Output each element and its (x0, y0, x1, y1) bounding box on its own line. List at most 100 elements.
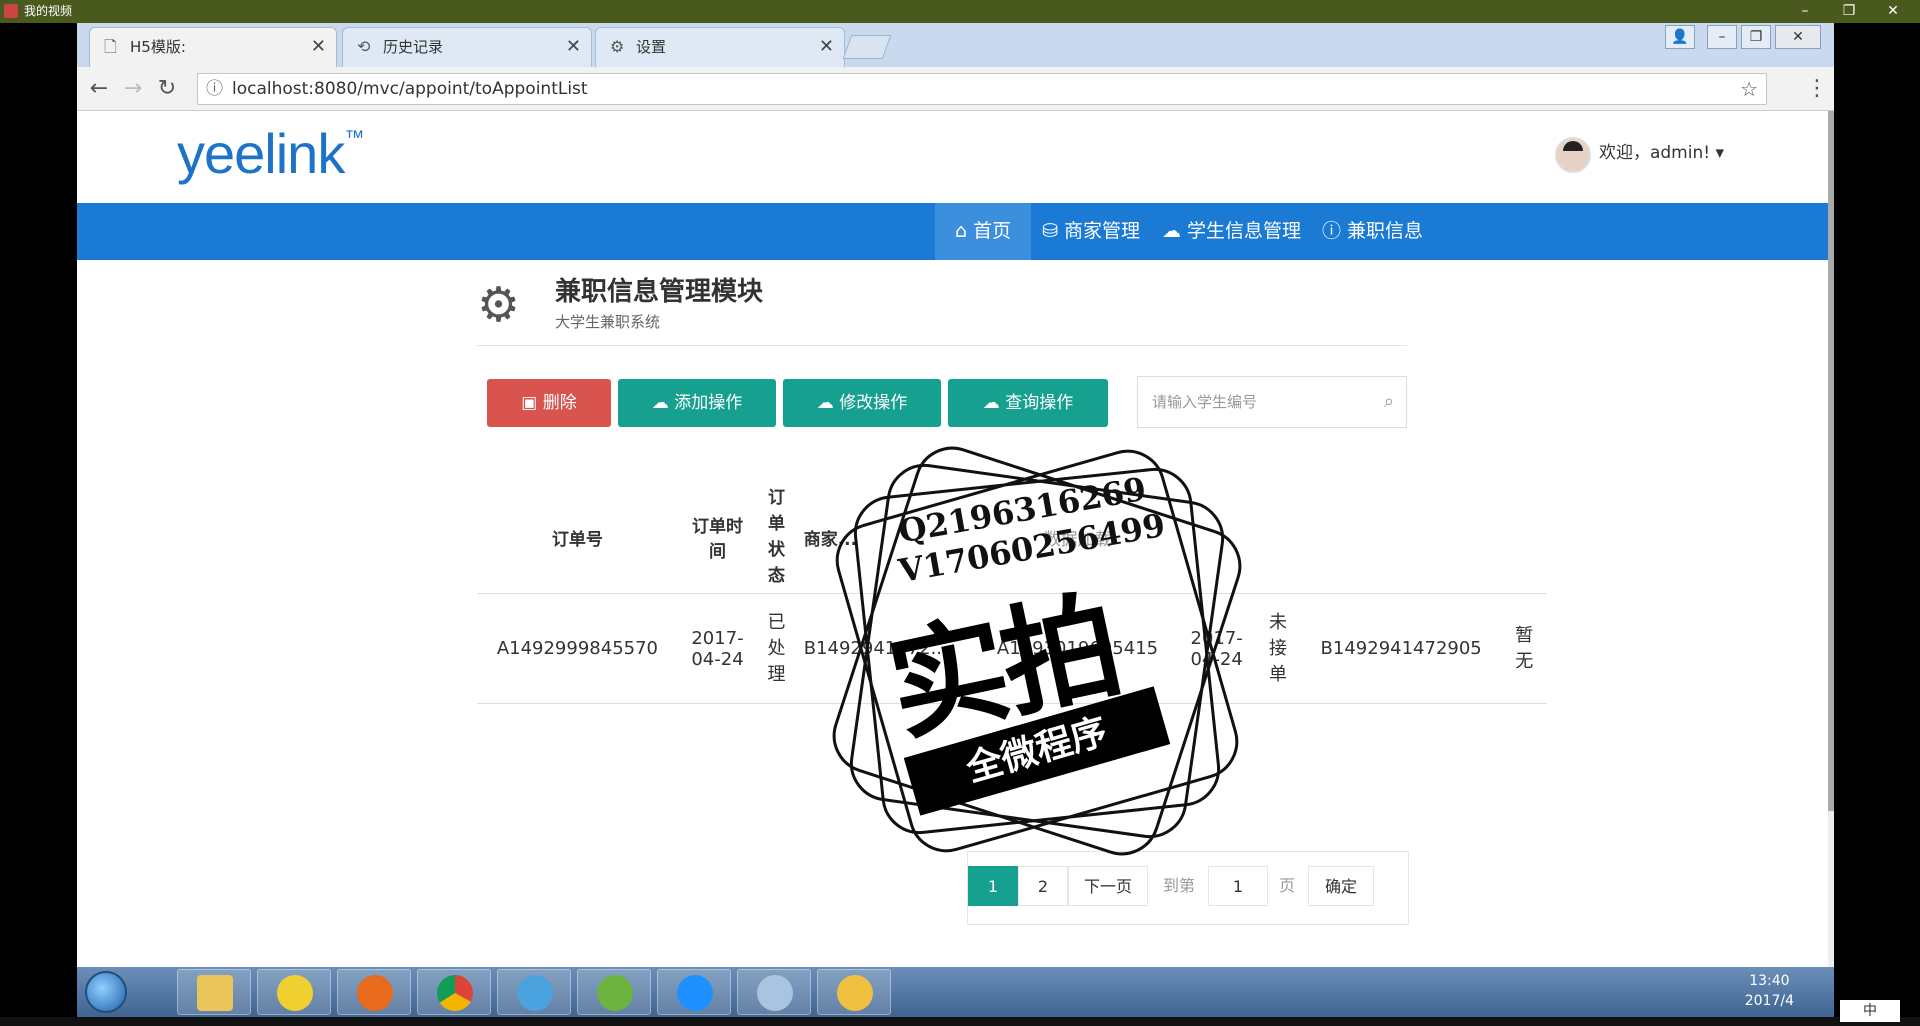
nav-home[interactable]: ⌂ 首页 (935, 203, 1032, 260)
tab-h5-template[interactable]: 🗋 H5模版: ✕ (89, 27, 337, 67)
confirm-button[interactable]: 确定 (1308, 866, 1374, 906)
browser-user-button[interactable]: 👤 (1665, 25, 1695, 49)
cell-order-no-2: A1493019695415 (977, 593, 1178, 704)
cloud-upload-icon: ☁ (816, 393, 840, 413)
taskbar-ie[interactable] (657, 969, 731, 1015)
nav-jobs[interactable]: ⓘ 兼职信息 (1302, 203, 1443, 260)
taskbar-music[interactable] (257, 969, 331, 1015)
cell-order-no: A1492999845570 (477, 593, 678, 704)
outer-restore-button[interactable]: ❐ (1834, 0, 1864, 23)
misc-icon (837, 975, 873, 1011)
search-placeholder: 请输入学生编号 (1152, 393, 1258, 411)
letterbox-left (0, 23, 77, 1026)
cloud-upload-icon: ☁ (651, 393, 675, 413)
new-tab-button[interactable] (842, 35, 892, 59)
nav-merchant[interactable]: ⛁ 商家管理 (1022, 203, 1160, 260)
page-1-button[interactable]: 1 (968, 866, 1018, 906)
windows-taskbar: 13:40 2017/4 (77, 967, 1834, 1017)
browser-close-button[interactable]: ✕ (1775, 25, 1821, 49)
add-button[interactable]: ☁ 添加操作 (618, 379, 776, 427)
tab-strip: 🗋 H5模版: ✕ ⟲ 历史记录 ✕ ⚙ 设置 ✕ 👤 – ❐ ✕ (77, 23, 1834, 67)
gear-icon: ⚙ (610, 37, 625, 56)
page-number-input[interactable]: 1 (1208, 866, 1268, 906)
loading-text: 数据加载 (977, 481, 1178, 594)
taskbar-spring[interactable] (577, 969, 651, 1015)
info-icon: ⓘ (1322, 220, 1348, 242)
internet-explorer-icon (677, 975, 713, 1011)
ime-indicator[interactable]: 中 (1840, 1000, 1900, 1022)
query-button[interactable]: ☁ 查询操作 (948, 379, 1108, 427)
cell-order-time-2: 2017-04-24 (1177, 593, 1256, 704)
orders-table: 订单号 订单时间 订单状态 商家... 数据加载 A1492999845570 … (477, 481, 1547, 704)
address-bar[interactable]: ⓘ localhost:8080/mvc/appoint/toAppointLi… (197, 73, 1767, 105)
cloud-icon: ☁ (1162, 220, 1188, 242)
nav-students[interactable]: ☁ 学生信息管理 (1142, 203, 1321, 260)
tab-history[interactable]: ⟲ 历史记录 ✕ (342, 27, 592, 67)
browser-minimize-button[interactable]: – (1707, 25, 1737, 49)
goto-label: 到第 (1162, 876, 1195, 895)
start-button[interactable] (85, 971, 127, 1013)
close-icon[interactable]: ✕ (311, 28, 326, 66)
app-icon (517, 975, 553, 1011)
back-arrow-icon[interactable]: ← (83, 73, 115, 105)
close-icon[interactable]: ✕ (819, 28, 834, 66)
page-scrollbar[interactable] (1828, 111, 1834, 967)
page-unit-label: 页 (1278, 876, 1295, 895)
main-navbar: ⌂ 首页 ⛁ 商家管理 ☁ 学生信息管理 ⓘ 兼职信息 (77, 203, 1834, 260)
outer-window-title: 我的视频 (24, 4, 73, 18)
cell-remark-2: 暂无 (1501, 593, 1547, 704)
web-page: yeelink™ 欢迎，admin! ▾ ⌂ 首页 ⛁ 商家管理 ☁ 学生信息管… (77, 111, 1834, 967)
cell-order-status: 已处理 (757, 593, 796, 704)
delete-button[interactable]: ▣ 删除 (487, 379, 611, 427)
site-logo[interactable]: yeelink™ (177, 121, 364, 186)
firefox-icon (357, 975, 393, 1011)
outer-close-button[interactable]: ✕ (1878, 0, 1908, 23)
tab-label: H5模版: (130, 38, 186, 56)
outer-window-titlebar: 我的视频 – ❐ ✕ (0, 0, 1920, 23)
divider (477, 345, 1407, 346)
avatar (1554, 137, 1591, 173)
taskbar-player[interactable] (737, 969, 811, 1015)
browser-toolbar: ← → ↻ ⓘ localhost:8080/mvc/appoint/toApp… (77, 67, 1834, 111)
cell-merchant-2: B1492941472905 (1300, 593, 1502, 704)
tab-label: 设置 (636, 38, 667, 56)
letterbox-right (1834, 23, 1920, 1026)
table-row[interactable]: A1492999845570 2017-04-24 已处理 B149294147… (477, 593, 1547, 704)
taskbar-explorer[interactable] (177, 969, 251, 1015)
music-icon (277, 975, 313, 1011)
page-icon: 🗋 (104, 37, 117, 56)
player-icon (757, 975, 793, 1011)
user-menu[interactable]: 欢迎，admin! ▾ (1554, 133, 1724, 173)
reload-icon[interactable]: ↻ (151, 73, 183, 105)
taskbar-firefox[interactable] (337, 969, 411, 1015)
cell-merchant: B1492941472... (795, 593, 978, 704)
search-icon[interactable]: ⌕ (1384, 377, 1394, 427)
info-icon[interactable]: ⓘ (206, 74, 223, 104)
table-header-row: 订单号 订单时间 订单状态 商家... 数据加载 (477, 481, 1547, 594)
browser-restore-button[interactable]: ❐ (1741, 25, 1771, 49)
video-player-icon (4, 4, 18, 18)
taskbar-misc[interactable] (817, 969, 891, 1015)
forward-arrow-icon[interactable]: → (117, 73, 149, 105)
taskbar-app[interactable] (497, 969, 571, 1015)
module-subtitle: 大学生兼职系统 (555, 313, 661, 331)
clock-date: 2017/4 (1744, 993, 1794, 1009)
caret-down-icon: ▾ (1715, 143, 1724, 163)
clock[interactable]: 13:40 2017/4 (1745, 971, 1794, 1011)
col-order-time: 订单时间 (677, 481, 758, 594)
edit-button[interactable]: ☁ 修改操作 (783, 379, 941, 427)
outer-minimize-button[interactable]: – (1790, 0, 1820, 23)
page-2-button[interactable]: 2 (1018, 866, 1068, 906)
bookmark-star-icon[interactable]: ☆ (1740, 74, 1758, 104)
close-icon[interactable]: ✕ (566, 28, 581, 66)
search-input[interactable]: 请输入学生编号 ⌕ (1137, 376, 1407, 428)
col-order-no: 订单号 (477, 481, 678, 594)
browser-menu-icon[interactable]: ⋮ (1806, 73, 1828, 105)
next-page-button[interactable]: 下一页 (1068, 866, 1148, 906)
tab-settings[interactable]: ⚙ 设置 ✕ (595, 27, 845, 67)
folder-icon (197, 975, 233, 1011)
scroll-thumb[interactable] (1828, 111, 1834, 811)
taskbar-chrome[interactable] (417, 969, 491, 1015)
sitemap-icon: ⛁ (1042, 220, 1064, 242)
player-controls-strip (0, 1017, 1920, 1026)
